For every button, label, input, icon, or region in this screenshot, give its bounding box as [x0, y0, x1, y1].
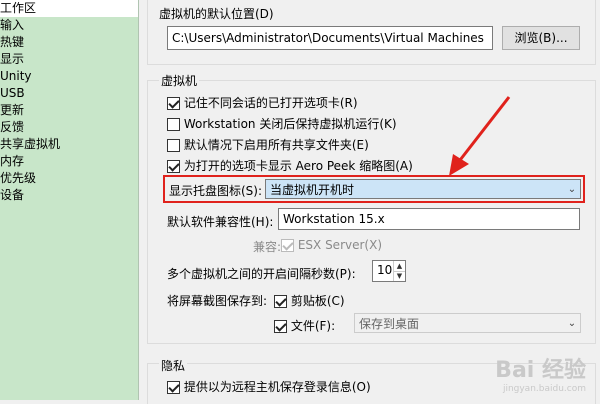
- screenshot-label: 将屏幕截图保存到:: [167, 294, 268, 308]
- file-location-value: 保存到桌面: [359, 317, 420, 331]
- save-login-label: 提供以为远程主机保存登录信息(O): [183, 380, 371, 394]
- sidebar-item-updates[interactable]: 更新: [0, 102, 138, 119]
- interval-label: 多个虚拟机之间的开启间隔秒数(P):: [167, 267, 356, 281]
- sidebar-item-feedback[interactable]: 反馈: [0, 119, 138, 136]
- keep-running-option[interactable]: Workstation 关闭后保持虚拟机运行(K): [167, 115, 397, 132]
- compat2-label: 兼容:: [253, 240, 282, 254]
- sidebar: 工作区 输入 热键 显示 Unity USB 更新 反馈 共享虚拟机 内存 优先…: [0, 0, 139, 400]
- location-input[interactable]: C:\Users\Administrator\Documents\Virtual…: [167, 26, 493, 50]
- tray-icon-value: 当虚拟机开机时: [270, 183, 355, 197]
- aero-peek-label: 为打开的选项卡显示 Aero Peek 缩略图(A): [183, 159, 413, 173]
- watermark-text: Bai 经验: [495, 358, 586, 383]
- clipboard-label: 剪贴板(C): [290, 294, 345, 308]
- keep-running-checkbox[interactable]: [167, 118, 180, 131]
- clipboard-checkbox[interactable]: [274, 295, 287, 308]
- compat-select[interactable]: Workstation 15.x: [278, 208, 580, 230]
- red-arrow: [449, 96, 511, 176]
- sidebar-item-usb[interactable]: USB: [0, 85, 138, 102]
- remember-tabs-option[interactable]: 记住不同会话的已打开选项卡(R): [167, 94, 358, 111]
- shared-folders-option[interactable]: 默认情况下启用所有共享文件夹(E): [167, 136, 369, 153]
- file-label: 文件(F):: [290, 319, 336, 333]
- save-login-option[interactable]: 提供以为远程主机保存登录信息(O): [167, 378, 371, 395]
- baidu-watermark: Bai 经验 jingyan.baidu.com: [495, 352, 586, 394]
- esx-label: ESX Server(X): [297, 238, 382, 252]
- sidebar-item-memory[interactable]: 内存: [0, 153, 138, 170]
- tray-icon-select[interactable]: 当虚拟机开机时 ⌄: [265, 179, 581, 199]
- aero-peek-checkbox[interactable]: [167, 160, 180, 173]
- sidebar-item-input[interactable]: 输入: [0, 17, 138, 34]
- sidebar-item-shared-vms[interactable]: 共享虚拟机: [0, 136, 138, 153]
- spin-down-icon[interactable]: ▼: [393, 271, 405, 281]
- sidebar-item-workspace[interactable]: 工作区: [0, 0, 138, 17]
- sidebar-item-unity[interactable]: Unity: [0, 68, 138, 85]
- file-checkbox[interactable]: [274, 320, 287, 333]
- aero-peek-option[interactable]: 为打开的选项卡显示 Aero Peek 缩略图(A): [167, 157, 413, 174]
- esx-checkbox: [281, 239, 294, 252]
- shared-folders-checkbox[interactable]: [167, 139, 180, 152]
- sidebar-item-devices[interactable]: 设备: [0, 187, 138, 204]
- watermark-sub: jingyan.baidu.com: [502, 384, 586, 394]
- compat-label: 默认软件兼容性(H):: [167, 215, 274, 229]
- location-label: 虚拟机的默认位置(D): [159, 7, 274, 21]
- sidebar-item-priority[interactable]: 优先级: [0, 170, 138, 187]
- remember-tabs-label: 记住不同会话的已打开选项卡(R): [183, 96, 358, 110]
- tray-icon-label: 显示托盘图标(S):: [169, 184, 263, 198]
- interval-spinner[interactable]: 10 ▲ ▼: [372, 260, 406, 282]
- sidebar-item-display[interactable]: 显示: [0, 51, 138, 68]
- chevron-down-icon: ⌄: [567, 318, 577, 329]
- file-location-select[interactable]: 保存到桌面 ⌄: [354, 313, 581, 333]
- sidebar-item-hotkeys[interactable]: 热键: [0, 34, 138, 51]
- chevron-down-icon: ⌄: [567, 184, 577, 195]
- settings-panel: 虚拟机的默认位置(D) C:\Users\Administrator\Docum…: [139, 0, 600, 404]
- keep-running-label: Workstation 关闭后保持虚拟机运行(K): [183, 117, 397, 131]
- compat-value: Workstation 15.x: [283, 212, 385, 226]
- save-login-checkbox[interactable]: [167, 381, 180, 394]
- shared-folders-label: 默认情况下启用所有共享文件夹(E): [183, 138, 369, 152]
- privacy-label: 隐私: [159, 357, 188, 374]
- esx-option: ESX Server(X): [281, 238, 382, 252]
- vm-group-label: 虚拟机: [159, 72, 200, 89]
- file-option[interactable]: 文件(F):: [274, 317, 335, 334]
- browse-button[interactable]: 浏览(B)...: [502, 26, 580, 50]
- clipboard-option[interactable]: 剪贴板(C): [274, 292, 345, 309]
- remember-tabs-checkbox[interactable]: [167, 97, 180, 110]
- interval-value: 10: [377, 263, 393, 277]
